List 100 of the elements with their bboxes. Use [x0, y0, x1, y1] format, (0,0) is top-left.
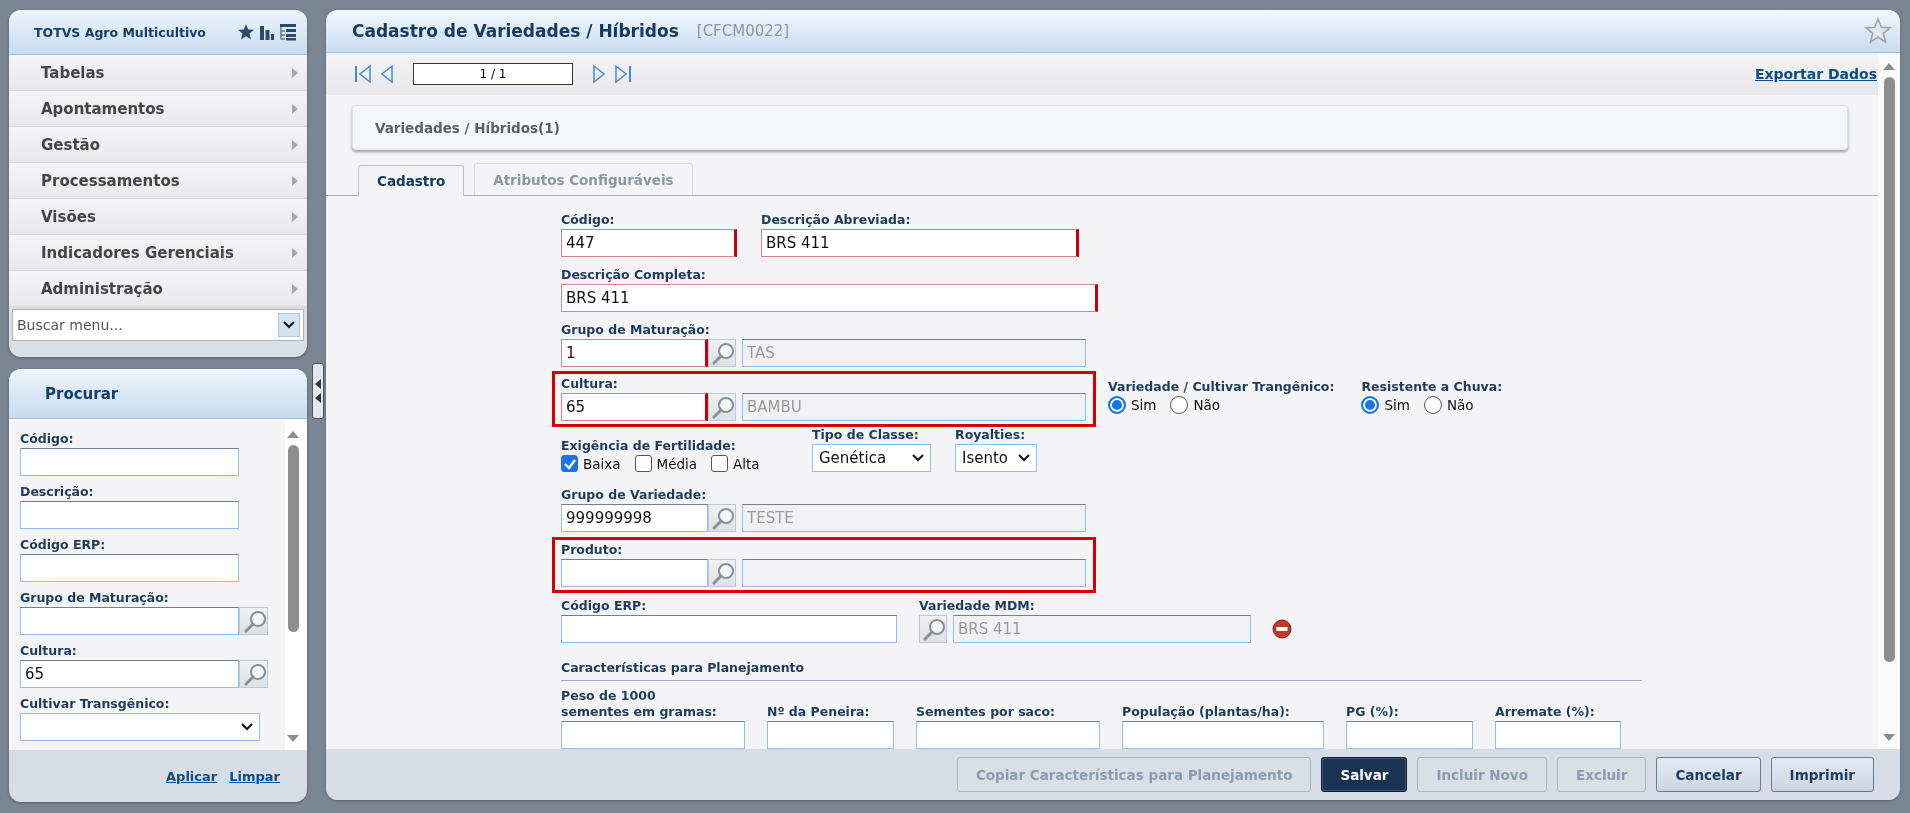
- previous-page-icon[interactable]: [379, 63, 395, 85]
- field-label: Produto:: [561, 542, 624, 558]
- favorite-star-icon[interactable]: [1864, 17, 1892, 45]
- text-field[interactable]: [20, 501, 239, 529]
- checkbox[interactable]: [711, 455, 729, 472]
- field-label: População (plantas/ha):: [1122, 704, 1291, 720]
- field-label: Código:: [561, 212, 616, 228]
- link[interactable]: Limpar: [229, 768, 280, 784]
- link[interactable]: Aplicar: [166, 768, 218, 784]
- scroll-down-icon[interactable]: [1882, 733, 1896, 743]
- field-label: Arremate (%):: [1495, 704, 1596, 720]
- radio-button[interactable]: [1108, 396, 1126, 414]
- menu-search-field[interactable]: Buscar menu...: [12, 309, 304, 341]
- text-field[interactable]: BRS 411: [761, 229, 1079, 257]
- field-label: Tipo de Classe:: [812, 427, 920, 443]
- caret-icon: [291, 282, 299, 295]
- field-label: Sementes por saco:: [916, 704, 1057, 720]
- field-label: PG (%):: [1346, 704, 1400, 720]
- window-title: Cadastro de Variedades / Híbridos: [352, 21, 679, 41]
- lookup-button[interactable]: [239, 607, 268, 635]
- collapse-arrows-icon: [314, 376, 322, 406]
- button[interactable]: Imprimir: [1770, 757, 1874, 792]
- section-heading: Características para Planejamento: [561, 656, 1642, 681]
- page-field[interactable]: 1 / 1: [413, 63, 573, 85]
- tree-list-icon[interactable]: [279, 23, 297, 41]
- caret-icon: [291, 66, 299, 79]
- dropdown[interactable]: Genética: [812, 444, 931, 472]
- text-field[interactable]: [1495, 721, 1621, 749]
- text-field[interactable]: [916, 721, 1100, 749]
- scroll-down-icon[interactable]: [286, 734, 300, 744]
- tab[interactable]: Cadastro: [358, 165, 465, 196]
- export-link[interactable]: Exportar Dados: [1754, 66, 1877, 82]
- text-field[interactable]: 999999998: [561, 504, 708, 532]
- button[interactable]: Salvar: [1321, 757, 1408, 792]
- scrollbar-thumb[interactable]: [287, 445, 299, 632]
- text-field[interactable]: 65: [20, 660, 239, 688]
- menu-item[interactable]: Processamentos: [9, 163, 307, 199]
- first-page-icon[interactable]: [353, 63, 373, 85]
- button[interactable]: Cancelar: [1656, 757, 1761, 792]
- checkbox[interactable]: [561, 455, 578, 472]
- field-label: Grupo de Variedade:: [561, 487, 708, 503]
- field-label: Resistente a Chuva:: [1361, 379, 1503, 395]
- scrollbar-thumb[interactable]: [1883, 77, 1895, 662]
- scroll-up-icon[interactable]: [1882, 61, 1896, 71]
- text-field[interactable]: [20, 607, 239, 635]
- radio-button[interactable]: [1170, 396, 1189, 414]
- lookup-button[interactable]: [239, 660, 268, 688]
- text-field[interactable]: 1: [561, 339, 708, 367]
- collapse-handle[interactable]: [312, 363, 324, 419]
- field-label: Variedade / Cultivar Trangênico:: [1108, 379, 1335, 395]
- text-field[interactable]: [767, 721, 894, 749]
- field-label: Variedade MDM:: [919, 598, 1036, 614]
- text-field[interactable]: 447: [561, 229, 737, 257]
- caret-icon: [291, 102, 299, 115]
- search-icon: [710, 505, 734, 531]
- field-label: Peso de 1000 sementes em gramas:: [561, 688, 718, 720]
- text-field[interactable]: [561, 559, 708, 587]
- menu-item[interactable]: Visões: [9, 199, 307, 235]
- menu-item[interactable]: Indicadores Gerenciais: [9, 235, 307, 271]
- caret-icon: [291, 174, 299, 187]
- star-icon[interactable]: [237, 23, 255, 41]
- field-label: Nº da Peneira:: [767, 704, 871, 720]
- scroll-up-icon[interactable]: [286, 429, 300, 439]
- lookup-button[interactable]: [708, 559, 736, 587]
- menu-item[interactable]: Tabelas: [9, 55, 307, 91]
- text-field[interactable]: 65: [561, 393, 708, 421]
- lookup-button[interactable]: [708, 339, 736, 367]
- text-field[interactable]: [1346, 721, 1473, 749]
- app-title: TOTVS Agro Multicultivo: [34, 24, 206, 40]
- menu-item[interactable]: Administração: [9, 271, 307, 307]
- menu-item[interactable]: Apontamentos: [9, 91, 307, 127]
- scrollbar[interactable]: [1878, 53, 1900, 749]
- field-label: Grupo de Maturação:: [20, 590, 170, 606]
- text-field[interactable]: [561, 721, 745, 749]
- next-page-icon[interactable]: [591, 63, 607, 85]
- lookup-button[interactable]: [708, 393, 736, 421]
- text-field[interactable]: [20, 554, 239, 582]
- field-label: Royalties:: [955, 427, 1027, 443]
- text-field[interactable]: [20, 448, 239, 476]
- dropdown[interactable]: Isento: [955, 444, 1037, 472]
- text-field[interactable]: [1122, 721, 1324, 749]
- lookup-button[interactable]: [708, 504, 736, 532]
- breadcrumb: Variedades / Híbridos(1): [352, 105, 1848, 150]
- field-label: Código ERP:: [561, 598, 648, 614]
- bar-chart-icon[interactable]: [259, 23, 275, 41]
- text-field[interactable]: [561, 615, 897, 643]
- text-field[interactable]: [742, 559, 1086, 587]
- lookup-button[interactable]: [919, 615, 947, 643]
- field-label: Descrição:: [20, 484, 95, 500]
- dropdown-button[interactable]: [278, 313, 300, 337]
- radio-button[interactable]: [1361, 396, 1380, 414]
- text-field[interactable]: BRS 411: [561, 284, 1098, 312]
- radio-button[interactable]: [1423, 396, 1442, 414]
- checkbox[interactable]: [634, 455, 652, 472]
- last-page-icon[interactable]: [613, 63, 633, 85]
- caret-icon: [291, 138, 299, 151]
- menu-item[interactable]: Gestão: [9, 127, 307, 163]
- search-icon: [921, 616, 945, 642]
- remove-icon[interactable]: [1272, 619, 1292, 639]
- chevron-icon: [240, 722, 254, 732]
